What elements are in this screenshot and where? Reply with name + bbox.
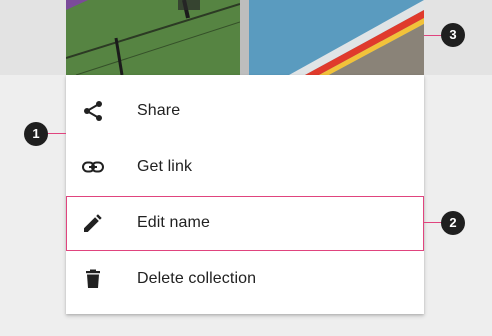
link-icon	[81, 155, 105, 179]
edit-name-highlight-outline	[66, 196, 424, 251]
trash-icon	[81, 267, 105, 291]
callout-badge-2: 2	[441, 211, 465, 235]
menu-item-label: Delete collection	[137, 270, 257, 287]
background-scrim-left	[0, 0, 66, 75]
menu-item-share[interactable]: Share	[66, 83, 424, 139]
context-menu-sheet: Share Get link Edit name Delete collecti…	[66, 75, 424, 314]
menu-item-get-link[interactable]: Get link	[66, 139, 424, 195]
photo-thumbnail-stripes[interactable]	[249, 0, 424, 75]
callout-3-leader-line	[424, 35, 442, 36]
callout-1-leader-line	[46, 133, 66, 134]
photo-thumbnail-court[interactable]	[66, 0, 240, 75]
menu-item-label: Get link	[137, 158, 193, 175]
collection-photos	[66, 0, 424, 75]
callout-badge-3: 3	[441, 23, 465, 47]
share-icon	[81, 99, 105, 123]
menu-item-delete-collection[interactable]: Delete collection	[66, 251, 424, 307]
menu-item-label: Share	[137, 102, 181, 119]
callout-badge-1: 1	[24, 122, 48, 146]
callout-2-leader-line	[424, 222, 442, 223]
